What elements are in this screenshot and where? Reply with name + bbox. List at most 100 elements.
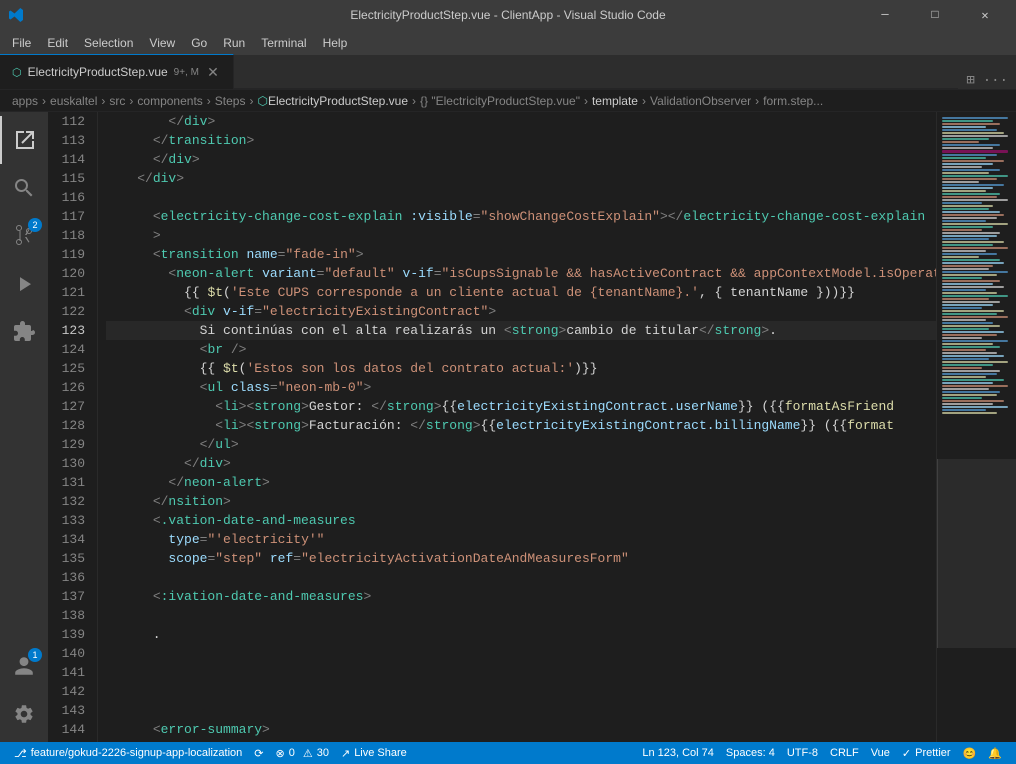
code-line-138 xyxy=(106,606,936,625)
position-text: Ln 123, Col 74 xyxy=(642,747,714,759)
activity-bar: 2 1 xyxy=(0,112,48,742)
line-num-136: 136 xyxy=(48,568,85,587)
title-bar-left xyxy=(8,7,24,23)
menu-view[interactable]: View xyxy=(141,34,183,52)
status-spaces[interactable]: Spaces: 4 xyxy=(720,742,781,764)
breadcrumb-steps[interactable]: Steps xyxy=(215,94,246,108)
status-encoding[interactable]: UTF-8 xyxy=(781,742,824,764)
line-num-124: 124 xyxy=(48,340,85,359)
menu-bar: File Edit Selection View Go Run Terminal… xyxy=(0,30,1016,55)
minimize-button[interactable]: ─ xyxy=(862,0,908,30)
extensions-icon[interactable] xyxy=(0,308,48,356)
tab-close-button[interactable]: ✕ xyxy=(205,64,221,80)
line-num-115: 115 xyxy=(48,169,85,188)
breadcrumb-validation-observer[interactable]: ValidationObserver xyxy=(650,94,751,108)
source-control-badge: 2 xyxy=(28,218,42,232)
code-line-113: </transition> xyxy=(106,131,936,150)
status-notification[interactable]: 🔔 xyxy=(982,742,1008,764)
menu-terminal[interactable]: Terminal xyxy=(253,34,314,52)
code-line-140 xyxy=(106,644,936,663)
line-num-135: 135 xyxy=(48,549,85,568)
vue-file-icon: ⬡ xyxy=(12,66,22,79)
menu-edit[interactable]: Edit xyxy=(39,34,76,52)
code-line-117: <electricity-change-cost-explain :visibl… xyxy=(106,207,936,226)
line-num-126: 126 xyxy=(48,378,85,397)
breadcrumb: apps › euskaltel › src › components › St… xyxy=(0,90,1016,112)
explorer-icon[interactable] xyxy=(0,116,48,164)
code-line-123: Si continúas con el alta realizarás un <… xyxy=(106,321,936,340)
status-feedback[interactable]: 😊 xyxy=(957,742,983,764)
line-num-130: 130 xyxy=(48,454,85,473)
status-live-share[interactable]: ↗ Live Share xyxy=(335,742,413,764)
line-num-121: 121 xyxy=(48,283,85,302)
status-sync[interactable]: ⟳ xyxy=(248,742,269,764)
breadcrumb-scope[interactable]: {} "ElectricityProductStep.vue" xyxy=(420,94,580,108)
status-line-ending[interactable]: CRLF xyxy=(824,742,865,764)
tab-electricity-product-step[interactable]: ⬡ ElectricityProductStep.vue 9+, M ✕ xyxy=(0,54,234,89)
code-line-115: </div> xyxy=(106,169,936,188)
line-num-119: 119 xyxy=(48,245,85,264)
code-line-132: </nsition> xyxy=(106,492,936,511)
code-line-126: <ul class="neon-mb-0"> xyxy=(106,378,936,397)
account-badge: 1 xyxy=(28,648,42,662)
code-line-124: <br /> xyxy=(106,340,936,359)
line-num-125: 125 xyxy=(48,359,85,378)
title-bar-controls: ─ □ ✕ xyxy=(862,0,1008,30)
breadcrumb-components[interactable]: components xyxy=(137,94,202,108)
menu-file[interactable]: File xyxy=(4,34,39,52)
status-branch[interactable]: ⎇ feature/gokud-2226-signup-app-localiza… xyxy=(8,742,248,764)
breadcrumb-euskaltel[interactable]: euskaltel xyxy=(50,94,97,108)
status-language[interactable]: Vue xyxy=(865,742,896,764)
code-line-134: type="'electricity'" xyxy=(106,530,936,549)
line-num-131: 131 xyxy=(48,473,85,492)
run-debug-icon[interactable] xyxy=(0,260,48,308)
minimap[interactable] xyxy=(936,112,1016,742)
breadcrumb-template[interactable]: template xyxy=(592,94,638,108)
code-line-128: <li><strong>Facturación: </strong>{{elec… xyxy=(106,416,936,435)
breadcrumb-src[interactable]: src xyxy=(109,94,125,108)
status-prettier[interactable]: ✓ Prettier xyxy=(896,742,957,764)
line-num-134: 134 xyxy=(48,530,85,549)
line-num-143: 143 xyxy=(48,701,85,720)
breadcrumb-form-step[interactable]: form.step... xyxy=(763,94,823,108)
code-line-118: > xyxy=(106,226,936,245)
line-num-140: 140 xyxy=(48,644,85,663)
split-editor-icon[interactable]: ⊞ xyxy=(966,72,974,89)
status-position[interactable]: Ln 123, Col 74 xyxy=(636,742,720,764)
maximize-button[interactable]: □ xyxy=(912,0,958,30)
menu-selection[interactable]: Selection xyxy=(76,34,141,52)
account-icon[interactable]: 1 xyxy=(0,642,48,690)
source-control-icon[interactable]: 2 xyxy=(0,212,48,260)
feedback-icon: 😊 xyxy=(963,747,977,760)
close-button[interactable]: ✕ xyxy=(962,0,1008,30)
minimap-content xyxy=(937,112,1016,742)
title-bar: ElectricityProductStep.vue - ClientApp -… xyxy=(0,0,1016,30)
menu-run[interactable]: Run xyxy=(215,34,253,52)
menu-go[interactable]: Go xyxy=(183,34,215,52)
settings-icon[interactable] xyxy=(0,690,48,738)
minimap-viewport xyxy=(937,459,1016,648)
search-icon[interactable] xyxy=(0,164,48,212)
line-num-133: 133 xyxy=(48,511,85,530)
line-ending-text: CRLF xyxy=(830,747,859,759)
line-num-120: 120 xyxy=(48,264,85,283)
code-line-139: . xyxy=(106,625,936,644)
editor-content[interactable]: 112 113 114 115 116 117 118 119 120 121 … xyxy=(48,112,1016,742)
line-num-145: 145 xyxy=(48,739,85,742)
line-num-141: 141 xyxy=(48,663,85,682)
more-actions-icon[interactable]: ··· xyxy=(983,73,1008,89)
line-num-116: 116 xyxy=(48,188,85,207)
menu-help[interactable]: Help xyxy=(315,34,356,52)
code-line-130: </div> xyxy=(106,454,936,473)
code-line-129: </ul> xyxy=(106,435,936,454)
title-bar-title: ElectricityProductStep.vue - ClientApp -… xyxy=(350,8,665,22)
breadcrumb-apps[interactable]: apps xyxy=(12,94,38,108)
code-line-119: <transition name="fade-in"> xyxy=(106,245,936,264)
code-line-135: scope="step" ref="electricityActivationD… xyxy=(106,549,936,568)
status-errors[interactable]: ⊗ 0 ⚠ 30 xyxy=(270,742,335,764)
breadcrumb-filename[interactable]: ElectricityProductStep.vue xyxy=(268,94,408,108)
code-lines[interactable]: </div> </transition> </div> </div> xyxy=(98,112,936,742)
error-count: 0 xyxy=(289,747,295,759)
sync-icon: ⟳ xyxy=(254,747,263,760)
code-line-127: <li><strong>Gestor: </strong>{{electrici… xyxy=(106,397,936,416)
